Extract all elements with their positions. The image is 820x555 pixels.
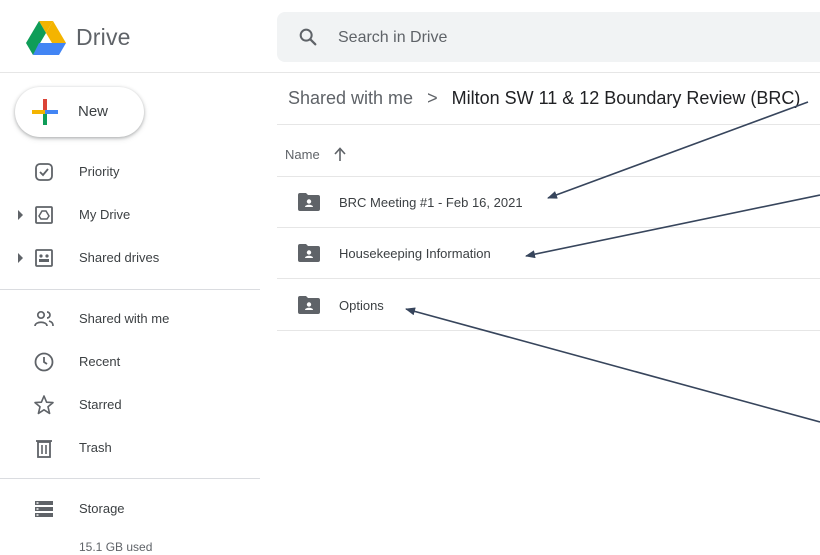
search-input[interactable]: Search in Drive: [338, 29, 447, 47]
sidebar-item-my-drive[interactable]: My Drive: [0, 197, 260, 233]
top-bar: Drive Search in Drive: [0, 0, 820, 73]
sidebar-item-label: My Drive: [79, 207, 131, 222]
storage-icon: [35, 501, 53, 517]
trash-icon: [36, 440, 52, 458]
list-item-label[interactable]: Housekeeping Information: [339, 246, 491, 261]
sidebar-item-label: Storage: [79, 501, 125, 516]
app-name: Drive: [76, 24, 131, 50]
new-button-label: New: [78, 103, 109, 120]
shared-folder-icon: [298, 244, 320, 262]
breadcrumb-separator: >: [427, 88, 438, 108]
drive-logo-icon[interactable]: [26, 21, 66, 55]
expand-caret-icon[interactable]: [18, 210, 23, 220]
sidebar-item-storage[interactable]: Storage: [0, 491, 260, 527]
star-icon: [34, 395, 54, 415]
sidebar-item-shared-with-me[interactable]: Shared with me: [0, 301, 260, 337]
list-item[interactable]: Housekeeping Information: [277, 228, 820, 279]
sidebar-item-shared-drives[interactable]: Shared drives: [0, 240, 260, 276]
arrow-up-icon[interactable]: [333, 146, 347, 162]
sidebar-item-label: Priority: [79, 164, 120, 179]
search-icon[interactable]: [297, 26, 319, 48]
shared-drives-icon: [35, 249, 53, 267]
list-item-label[interactable]: Options: [339, 298, 384, 313]
sidebar-item-priority[interactable]: Priority: [0, 154, 260, 190]
sidebar-item-recent[interactable]: Recent: [0, 344, 260, 380]
new-button[interactable]: New: [15, 87, 144, 137]
plus-icon: [32, 99, 58, 125]
priority-icon: [35, 163, 53, 181]
breadcrumb-divider: [277, 124, 820, 125]
sidebar-item-starred[interactable]: Starred: [0, 387, 260, 423]
list-item[interactable]: Options: [277, 280, 820, 331]
shared-folder-icon: [298, 296, 320, 314]
sidebar-divider: [0, 289, 260, 290]
storage-used-text: 15.1 GB used: [79, 540, 153, 554]
sidebar-divider: [0, 478, 260, 479]
clock-icon: [34, 352, 54, 372]
breadcrumb-current[interactable]: Milton SW 11 & 12 Boundary Review (BRC): [452, 88, 801, 108]
search-bar[interactable]: Search in Drive: [277, 12, 820, 62]
my-drive-icon: [35, 206, 53, 224]
breadcrumb-parent[interactable]: Shared with me: [288, 88, 413, 108]
sidebar-item-label: Shared drives: [79, 250, 160, 265]
sidebar-item-label: Trash: [79, 440, 112, 455]
sidebar-item-label: Recent: [79, 354, 121, 369]
people-icon: [34, 310, 54, 327]
sidebar-item-label: Shared with me: [79, 311, 170, 326]
column-header-name[interactable]: Name: [285, 147, 320, 162]
expand-caret-icon[interactable]: [18, 253, 23, 263]
list-item-label[interactable]: BRC Meeting #1 - Feb 16, 2021: [339, 195, 523, 210]
sidebar-item-trash[interactable]: Trash: [0, 430, 260, 466]
breadcrumb: Shared with me > Milton SW 11 & 12 Boundar…: [288, 88, 800, 112]
sidebar-item-label: Starred: [79, 397, 122, 412]
shared-folder-icon: [298, 193, 320, 211]
list-item[interactable]: BRC Meeting #1 - Feb 16, 2021: [277, 177, 820, 228]
